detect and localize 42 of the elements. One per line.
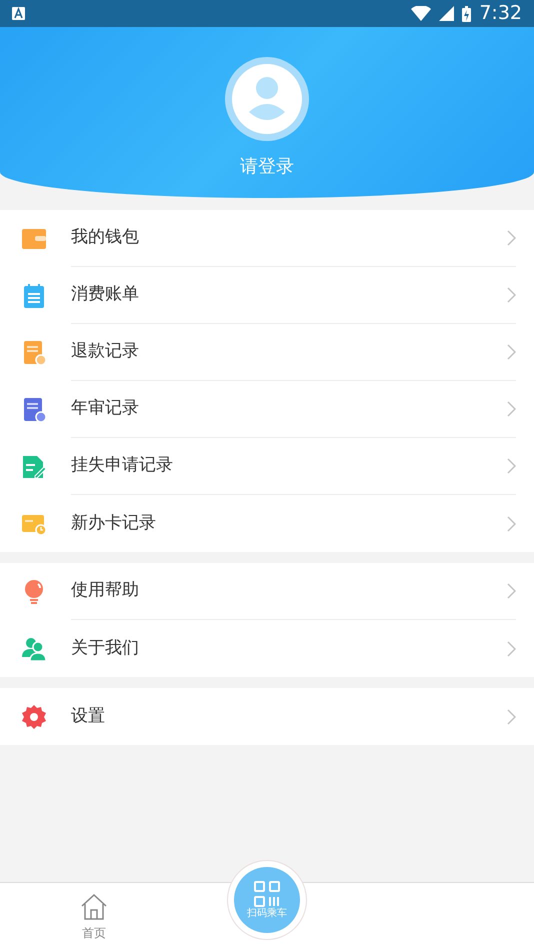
- wifi-icon: [411, 6, 432, 21]
- menu-item[interactable]: 年审记录: [0, 381, 534, 438]
- menu-label: 挂失申请记录: [71, 454, 173, 478]
- menu-item[interactable]: 消费账单: [0, 267, 534, 324]
- chevron-right-icon: [507, 583, 516, 599]
- menu-item[interactable]: 退款记录: [0, 324, 534, 381]
- user-silhouette-icon: [249, 77, 285, 121]
- chevron-right-icon: [507, 458, 516, 474]
- menu-item[interactable]: 使用帮助: [0, 563, 534, 620]
- clock-time: 7:32: [479, 1, 522, 26]
- menu-label: 年审记录: [71, 397, 139, 420]
- menu-label: 关于我们: [71, 636, 139, 660]
- menu-item[interactable]: 设置: [0, 688, 534, 745]
- chevron-right-icon: [507, 287, 516, 303]
- menu-label: 设置: [71, 704, 105, 728]
- notepad-icon: [21, 282, 47, 308]
- chevron-right-icon: [507, 344, 516, 360]
- chevron-right-icon: [507, 708, 516, 724]
- menu-label: 我的钱包: [71, 226, 139, 250]
- chevron-right-icon: [507, 401, 516, 417]
- qr-code-icon: [254, 881, 280, 907]
- menu-item[interactable]: 关于我们: [0, 620, 534, 677]
- menu-item[interactable]: 我的钱包: [0, 210, 534, 267]
- users-icon: [21, 636, 47, 662]
- settings-icon: [21, 704, 47, 730]
- app-notification-icon: [12, 7, 25, 20]
- menu-item[interactable]: 挂失申请记录: [0, 438, 534, 495]
- home-icon: [79, 892, 109, 922]
- menu-label: 消费账单: [71, 283, 139, 306]
- signal-icon: [439, 6, 454, 21]
- menu-label: 使用帮助: [71, 579, 139, 602]
- document-icon: [21, 340, 47, 366]
- chevron-right-icon: [507, 230, 516, 246]
- chevron-right-icon: [507, 516, 516, 532]
- menu-label: 新办卡记录: [71, 512, 156, 535]
- menu-label: 退款记录: [71, 340, 139, 364]
- menu-item[interactable]: 新办卡记录: [0, 495, 534, 552]
- edit-document-icon: [21, 454, 47, 480]
- document-icon: [21, 396, 47, 422]
- chevron-right-icon: [507, 640, 516, 656]
- battery-icon: [462, 6, 472, 22]
- nav-tab[interactable]: 首页: [0, 892, 188, 942]
